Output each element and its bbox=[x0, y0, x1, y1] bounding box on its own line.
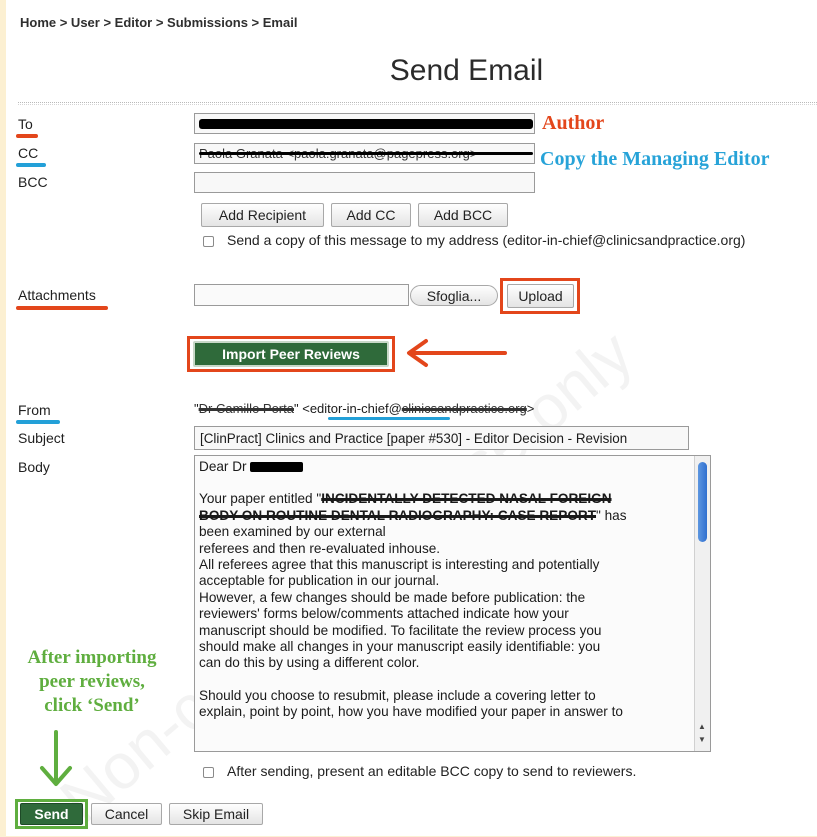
bcc-field[interactable] bbox=[194, 172, 535, 193]
divider bbox=[18, 104, 817, 105]
annotation-copy-managing-editor: Copy the Managing Editor bbox=[540, 148, 770, 170]
from-email-redacted: clinicsandpractice.org bbox=[401, 401, 527, 416]
body-content: Dear Dr Your paper entitled "INCIDENTALL… bbox=[199, 459, 691, 721]
subject-field[interactable]: [ClinPract] Clinics and Practice [paper … bbox=[194, 426, 689, 450]
from-value: "Dr Camillo Porta" <editor-in-chief@clin… bbox=[194, 401, 534, 416]
from-label: From bbox=[18, 402, 51, 418]
cc-label: CC bbox=[18, 145, 39, 161]
body-textarea[interactable]: Dear Dr Your paper entitled "INCIDENTALL… bbox=[194, 455, 711, 752]
body-line: can do this by using a different color. bbox=[199, 655, 420, 671]
upload-button[interactable]: Upload bbox=[507, 284, 574, 308]
email-page: Non-commercial use only Home > User > Ed… bbox=[6, 0, 817, 836]
body-line: should make all changes in your manuscri… bbox=[199, 639, 601, 655]
scroll-up-arrow-icon[interactable]: ▲ bbox=[698, 722, 706, 731]
from-prefix: " < bbox=[293, 401, 310, 416]
skip-email-button[interactable]: Skip Email bbox=[169, 803, 263, 825]
bcc-label: BCC bbox=[18, 174, 48, 190]
body-title-line-1: Your paper entitled "INCIDENTALLY DETECT… bbox=[199, 491, 612, 507]
send-copy-label: Send a copy of this message to my addres… bbox=[227, 232, 746, 248]
send-copy-checkbox[interactable] bbox=[203, 236, 214, 247]
body-greeting: Dear Dr bbox=[199, 459, 251, 474]
body-title-line-2: BODY ON ROUTINE DENTAL RADIOGRAPHY: CASE… bbox=[199, 507, 627, 523]
body-greeting-line: Dear Dr bbox=[199, 459, 691, 475]
arrow-left-icon bbox=[407, 339, 507, 367]
add-recipient-button[interactable]: Add Recipient bbox=[201, 203, 324, 227]
add-cc-button[interactable]: Add CC bbox=[331, 203, 411, 227]
to-label: To bbox=[18, 116, 33, 132]
annotation-author: Author bbox=[542, 112, 605, 134]
cc-field[interactable]: Paola Granata <paola.granata@pagepress.o… bbox=[194, 143, 535, 164]
from-name-redacted: Dr Camillo Porta bbox=[198, 401, 294, 416]
divider bbox=[18, 102, 817, 103]
attachment-file-field[interactable] bbox=[194, 284, 409, 306]
from-suffix: > bbox=[526, 401, 535, 416]
page-title: Send Email bbox=[389, 54, 544, 87]
body-line: acceptable for publication in our journa… bbox=[199, 573, 440, 589]
bcc-copy-label: After sending, present an editable BCC c… bbox=[227, 763, 637, 779]
redaction-bar bbox=[250, 462, 304, 473]
breadcrumb: Home > User > Editor > Submissions > Ema… bbox=[20, 15, 298, 30]
redacted-title: BODY ON ROUTINE DENTAL RADIOGRAPHY: CASE… bbox=[199, 507, 597, 523]
send-button[interactable]: Send bbox=[20, 803, 83, 825]
redaction-bar bbox=[199, 152, 533, 155]
bcc-copy-checkbox[interactable] bbox=[203, 767, 214, 778]
import-peer-reviews-button[interactable]: Import Peer Reviews bbox=[193, 341, 389, 367]
body-line: All referees agree that this manuscript … bbox=[199, 557, 600, 573]
scroll-down-arrow-icon[interactable]: ▼ bbox=[698, 735, 706, 744]
redaction-bar bbox=[199, 119, 533, 129]
body-label: Body bbox=[18, 459, 50, 475]
subject-value: [ClinPract] Clinics and Practice [paper … bbox=[200, 431, 628, 446]
redacted-title: INCIDENTALLY DETECTED NASAL FOREIGN bbox=[321, 491, 612, 507]
subject-label: Subject bbox=[18, 430, 65, 446]
scrollbar-thumb[interactable] bbox=[698, 462, 707, 542]
annotation-after-importing: After importing peer reviews, click ‘Sen… bbox=[27, 647, 157, 716]
body-line: explain, point by point, how you have mo… bbox=[199, 704, 623, 720]
body-line: manuscript should be modified. To facili… bbox=[199, 622, 602, 638]
body-line: been examined by our external bbox=[199, 524, 386, 540]
arrow-down-icon bbox=[40, 730, 72, 786]
body-line: Should you choose to resubmit, please in… bbox=[199, 687, 596, 703]
body-scrollbar[interactable]: ▲ ▼ bbox=[694, 456, 710, 751]
email-underline bbox=[328, 417, 450, 420]
attachments-underline bbox=[16, 306, 108, 310]
to-field[interactable] bbox=[194, 113, 535, 134]
browse-button[interactable]: Sfoglia... bbox=[410, 285, 498, 306]
cc-underline bbox=[16, 163, 46, 167]
add-bcc-button[interactable]: Add BCC bbox=[418, 203, 508, 227]
attachments-label: Attachments bbox=[18, 287, 96, 303]
body-line: reviewers' forms below/comments attached… bbox=[199, 606, 569, 622]
body-line: referees and then re-evaluated inhouse. bbox=[199, 540, 441, 556]
cancel-button[interactable]: Cancel bbox=[91, 803, 162, 825]
from-email-visible: editor-in-chief@ bbox=[309, 401, 402, 416]
from-underline bbox=[16, 420, 60, 424]
body-line: However, a few changes should be made be… bbox=[199, 589, 586, 605]
to-underline bbox=[16, 134, 38, 138]
